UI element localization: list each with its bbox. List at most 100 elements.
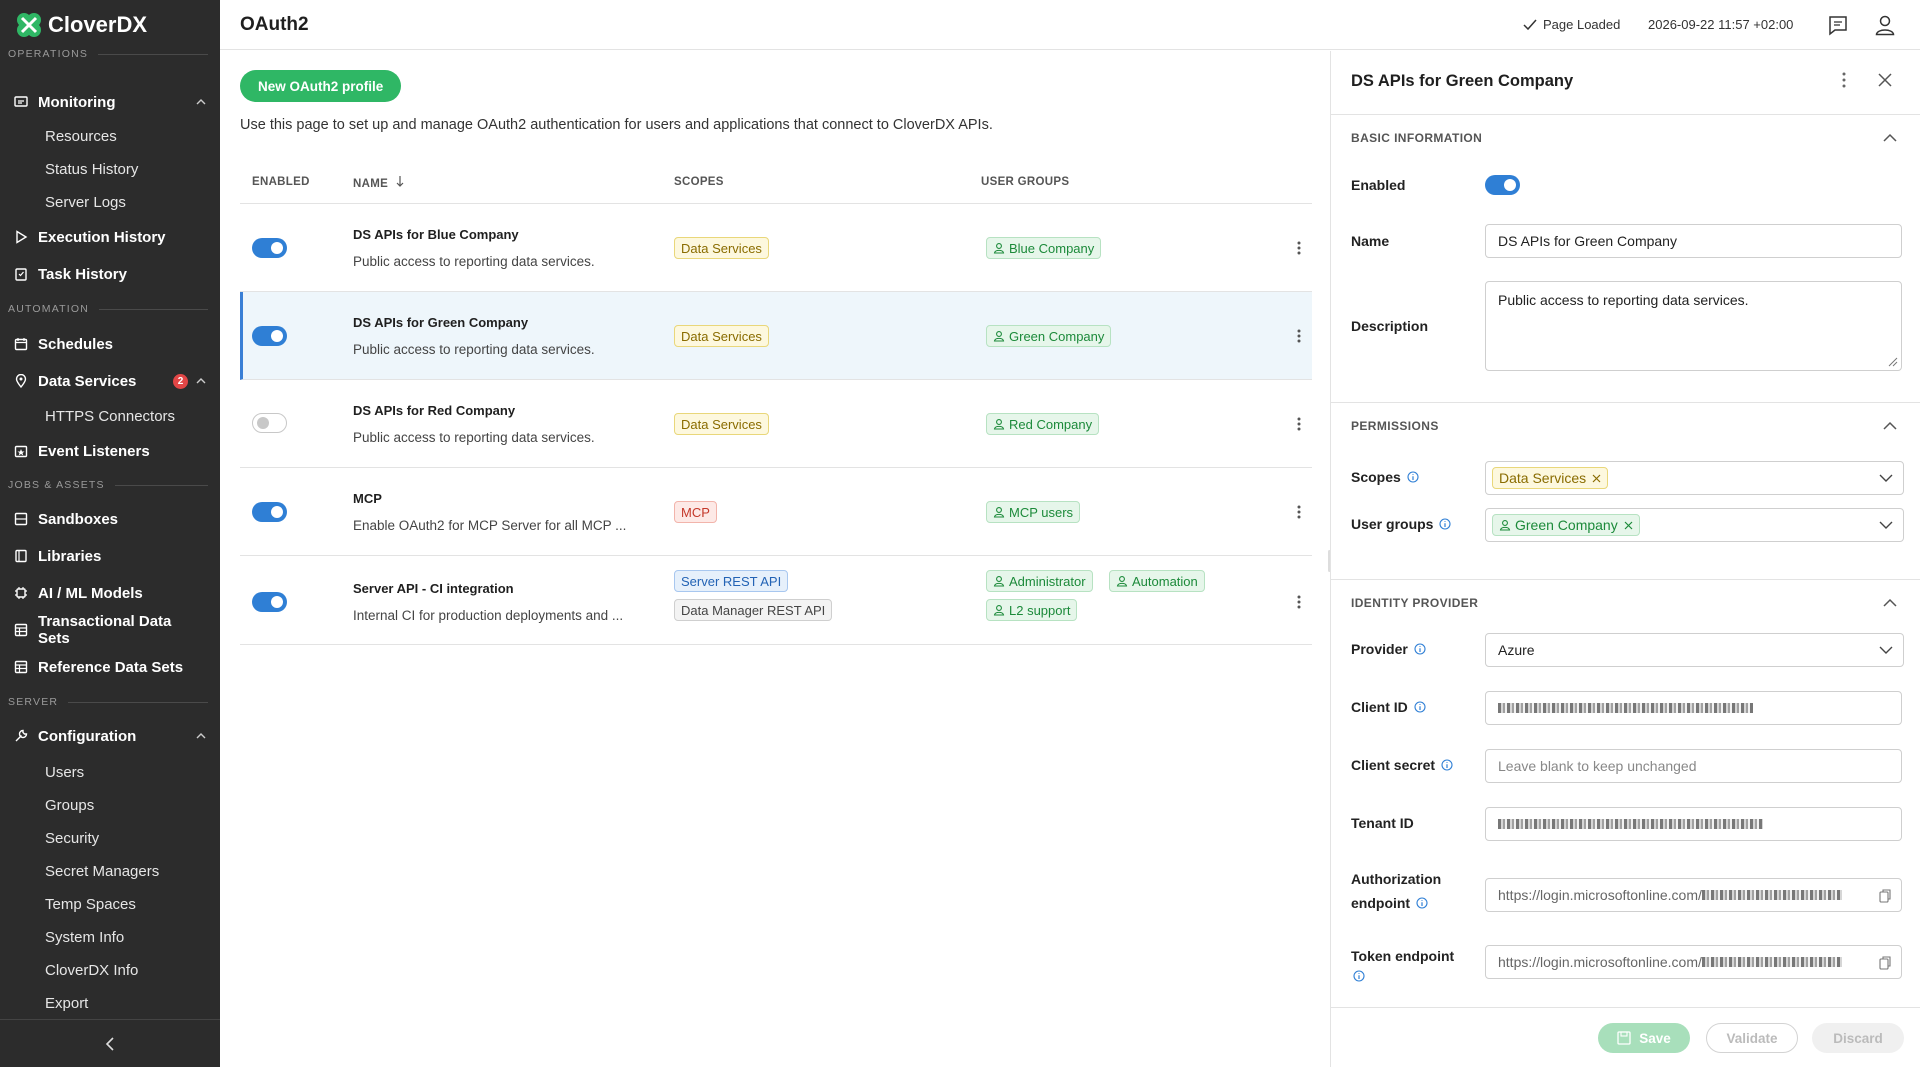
group-tag: Green Company	[986, 325, 1112, 347]
table-row[interactable]: DS APIs for Red Company Public access to…	[240, 380, 1312, 468]
sidebar-item-configuration[interactable]: Configuration	[14, 724, 206, 748]
event-icon	[14, 445, 28, 458]
authorization-endpoint-value: https://login.microsoftonline.com/	[1498, 887, 1702, 903]
copy-icon[interactable]	[1879, 956, 1891, 970]
tenant-id-input[interactable]	[1485, 807, 1902, 841]
sidebar-item-data-services[interactable]: Data Services 2	[14, 369, 206, 393]
sidebar-item-resources[interactable]: Resources	[45, 125, 117, 147]
client-secret-input[interactable]: Leave blank to keep unchanged	[1485, 749, 1902, 783]
sidebar-item-monitoring[interactable]: Monitoring	[14, 90, 206, 114]
authorization-endpoint-input[interactable]: https://login.microsoftonline.com/	[1485, 878, 1902, 912]
sidebar-item-security[interactable]: Security	[45, 827, 99, 849]
sidebar-item-event-listeners[interactable]: Event Listeners	[14, 439, 206, 463]
chevron-up-icon[interactable]	[1883, 419, 1897, 433]
sidebar-item-libraries[interactable]: Libraries	[14, 544, 206, 568]
sidebar-item-label: Data Services	[38, 372, 137, 390]
sidebar-item-sandboxes[interactable]: Sandboxes	[14, 507, 206, 531]
column-user-groups[interactable]: USER GROUPS	[981, 176, 1069, 188]
column-scopes[interactable]: SCOPES	[674, 176, 724, 188]
chevron-up-icon[interactable]	[1883, 131, 1897, 145]
user-icon	[1499, 520, 1511, 531]
sidebar-item-transactional-data-sets[interactable]: Transactional Data Sets	[14, 613, 206, 647]
wrench-icon	[15, 729, 28, 742]
enabled-toggle[interactable]	[252, 238, 287, 258]
token-endpoint-input[interactable]: https://login.microsoftonline.com/	[1485, 945, 1902, 979]
group-chip: Green Company	[1492, 514, 1640, 536]
collapse-sidebar-button[interactable]	[0, 1019, 220, 1067]
sidebar-item-system-info[interactable]: System Info	[45, 926, 124, 948]
info-icon[interactable]	[1407, 471, 1419, 483]
sidebar-item-task-history[interactable]: Task History	[14, 262, 206, 286]
sidebar-item-status-history[interactable]: Status History	[45, 158, 138, 180]
scope-tag: Data Services	[674, 325, 769, 347]
table-row-selected[interactable]: DS APIs for Green Company Public access …	[240, 292, 1312, 380]
row-menu-icon[interactable]	[1297, 241, 1301, 255]
sidebar-item-cloverdx-info[interactable]: CloverDX Info	[45, 959, 138, 981]
sidebar-item-https-connectors[interactable]: HTTPS Connectors	[45, 405, 175, 427]
scopes-select[interactable]: Data Services	[1485, 461, 1904, 495]
validate-button[interactable]: Validate	[1706, 1023, 1798, 1053]
save-button[interactable]: Save	[1598, 1023, 1690, 1053]
info-icon[interactable]	[1441, 759, 1453, 771]
table-row[interactable]: DS APIs for Blue Company Public access t…	[240, 204, 1312, 292]
resize-handle-icon[interactable]	[1888, 357, 1898, 367]
column-name[interactable]: NAME	[353, 176, 404, 190]
sidebar-item-server-logs[interactable]: Server Logs	[45, 191, 126, 213]
sidebar-item-temp-spaces[interactable]: Temp Spaces	[45, 893, 136, 915]
info-icon[interactable]	[1414, 643, 1426, 655]
enabled-toggle[interactable]	[252, 502, 287, 522]
name-label: Name	[1351, 233, 1390, 249]
panel-menu-icon[interactable]	[1842, 72, 1846, 88]
discard-button[interactable]: Discard	[1812, 1023, 1904, 1053]
row-menu-icon[interactable]	[1297, 329, 1301, 343]
scope-tag: Data Services	[674, 237, 769, 259]
sidebar-item-ai-ml-models[interactable]: AI / ML Models	[14, 581, 206, 605]
sidebar-item-users[interactable]: Users	[45, 761, 84, 783]
app-name: CloverDX	[48, 12, 148, 37]
remove-icon[interactable]	[1624, 521, 1633, 530]
column-enabled[interactable]: ENABLED	[252, 176, 310, 188]
provider-select[interactable]: Azure	[1485, 633, 1904, 667]
client-id-input[interactable]	[1485, 691, 1902, 725]
description-text: Public access to reporting data services…	[1498, 292, 1749, 308]
copy-icon[interactable]	[1879, 889, 1891, 903]
group-tag: Administrator	[986, 570, 1093, 592]
sidebar-item-schedules[interactable]: Schedules	[14, 332, 206, 356]
sandbox-icon	[14, 512, 28, 526]
sidebar-item-execution-history[interactable]: Execution History	[14, 225, 206, 249]
row-menu-icon[interactable]	[1297, 505, 1301, 519]
profile-name: DS APIs for Red Company	[353, 403, 516, 418]
new-oauth2-profile-button[interactable]: New OAuth2 profile	[240, 70, 402, 102]
user-groups-select[interactable]: Green Company	[1485, 508, 1904, 542]
table-row[interactable]: Server API - CI integration Internal CI …	[240, 556, 1312, 645]
enabled-toggle[interactable]	[252, 413, 287, 433]
description-textarea[interactable]: Public access to reporting data services…	[1485, 281, 1902, 371]
section-label: JOBS & ASSETS	[8, 479, 105, 491]
close-icon[interactable]	[1877, 72, 1893, 88]
sidebar-item-reference-data-sets[interactable]: Reference Data Sets	[14, 655, 206, 679]
enabled-toggle[interactable]	[252, 326, 287, 346]
remove-icon[interactable]	[1592, 474, 1601, 483]
monitor-icon	[14, 96, 28, 107]
name-input[interactable]: DS APIs for Green Company	[1485, 224, 1902, 258]
enabled-toggle[interactable]	[252, 592, 287, 612]
sidebar-item-groups[interactable]: Groups	[45, 794, 94, 816]
chevron-up-icon[interactable]	[1883, 596, 1897, 610]
enabled-toggle[interactable]	[1485, 175, 1520, 195]
sidebar-item-export[interactable]: Export	[45, 992, 88, 1014]
row-menu-icon[interactable]	[1297, 595, 1301, 609]
info-icon[interactable]	[1439, 518, 1452, 530]
cloverdx-logo[interactable]: CloverDX	[14, 10, 147, 40]
feedback-icon[interactable]	[1827, 14, 1849, 36]
profile-description: Public access to reporting data services…	[353, 430, 595, 445]
user-icon	[993, 331, 1005, 342]
info-icon[interactable]	[1414, 701, 1426, 713]
info-icon[interactable]	[1416, 897, 1428, 909]
scope-chip-label: Data Services	[1499, 470, 1587, 486]
info-icon[interactable]	[1353, 970, 1365, 982]
table-row[interactable]: MCP Enable OAuth2 for MCP Server for all…	[240, 468, 1312, 556]
user-icon[interactable]	[1874, 14, 1896, 36]
clipboard-icon	[15, 268, 27, 281]
sidebar-item-secret-managers[interactable]: Secret Managers	[45, 860, 159, 882]
row-menu-icon[interactable]	[1297, 417, 1301, 431]
